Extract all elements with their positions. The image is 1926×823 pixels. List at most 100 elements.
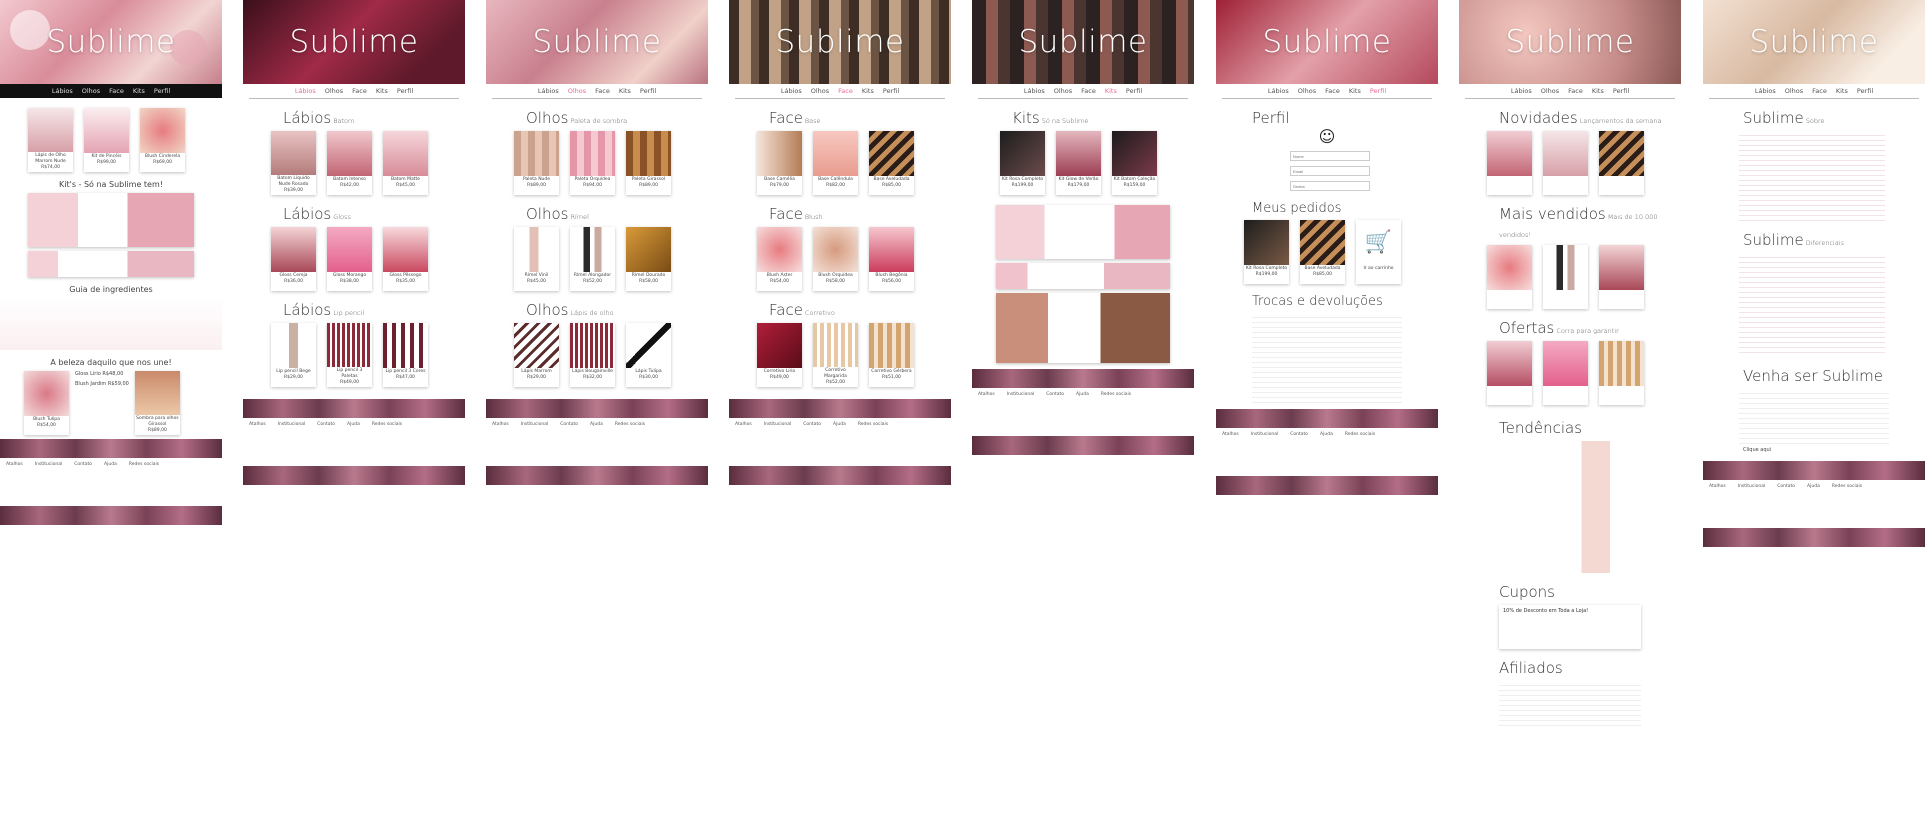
nav-olhos[interactable]: Olhos [1298, 87, 1316, 95]
footer-col[interactable]: Ajuda [1076, 392, 1089, 432]
nav-labios[interactable]: Lábios [52, 87, 73, 95]
footer-col[interactable]: Atalhos [6, 462, 23, 502]
kit-card[interactable] [28, 251, 194, 277]
nav-face[interactable]: Face [109, 87, 124, 95]
footer-col[interactable]: Contato [74, 462, 92, 502]
nav-olhos[interactable]: Olhos [325, 87, 343, 95]
footer-col[interactable]: Institucional [764, 422, 792, 462]
product-card[interactable] [1599, 131, 1644, 195]
product-card[interactable]: Kit Batom Coleção R$159,00 [1112, 131, 1157, 195]
footer-col[interactable]: Ajuda [1807, 484, 1820, 524]
footer-col[interactable]: Contato [317, 422, 335, 462]
product-card[interactable]: Blush Cinderela R$69,00 [140, 108, 185, 172]
nav-kits[interactable]: Kits [1836, 87, 1848, 95]
product-card[interactable]: Rímel Dourado R$58,00 [626, 227, 671, 291]
product-card[interactable]: Sombra para olhos Girassol R$89,00 [134, 371, 180, 435]
product-card[interactable]: Batom Intenso R$42,00 [327, 131, 372, 195]
footer-col[interactable]: Institucional [1007, 392, 1035, 432]
product-card[interactable]: Batom Líquido Nude Rosado R$39,00 [271, 131, 316, 195]
nav-labios[interactable]: Lábios [1511, 87, 1532, 95]
product-card[interactable] [1543, 131, 1588, 195]
nav-perfil[interactable]: Perfil [154, 87, 170, 95]
footer-col[interactable]: Redes sociais [1101, 392, 1131, 432]
product-card[interactable] [1599, 341, 1644, 405]
nav-perfil[interactable]: Perfil [640, 87, 656, 95]
nav-labios[interactable]: Lábios [1755, 87, 1776, 95]
kit-card[interactable] [996, 293, 1170, 363]
order-card[interactable]: Base Aveludada R$85,00 [1300, 220, 1345, 284]
nav-olhos[interactable]: Olhos [1541, 87, 1559, 95]
footer-col[interactable]: Atalhos [1709, 484, 1726, 524]
footer-col[interactable]: Contato [1290, 432, 1308, 472]
nav-perfil[interactable]: Perfil [1857, 87, 1873, 95]
product-card[interactable]: Blush Orquídea R$58,00 [813, 227, 858, 291]
nav-perfil[interactable]: Perfil [1370, 87, 1386, 95]
cart-card[interactable]: 🛒 Ir ao carrinho [1356, 220, 1401, 284]
nav-kits[interactable]: Kits [376, 87, 388, 95]
product-card[interactable]: Lápis de Olho Marrom Nude R$74,00 [28, 108, 73, 172]
nav-labios[interactable]: Lábios [295, 87, 316, 95]
product-card[interactable]: Lápis Tulipa R$30,00 [626, 323, 671, 387]
footer-col[interactable]: Ajuda [1320, 432, 1333, 472]
product-card[interactable]: Gloss Cereja R$36,00 [271, 227, 316, 291]
nav-perfil[interactable]: Perfil [883, 87, 899, 95]
product-card[interactable]: Lip pencil Bege R$29,00 [271, 323, 316, 387]
product-card[interactable]: Lip pencil 3 Cores R$47,00 [383, 323, 428, 387]
product-card[interactable]: Kit Rosa Completo R$199,00 [1000, 131, 1045, 195]
product-card[interactable]: Lápis Bougainville R$32,00 [570, 323, 615, 387]
nav-olhos[interactable]: Olhos [811, 87, 829, 95]
footer-col[interactable]: Ajuda [104, 462, 117, 502]
product-card[interactable]: Blush Begônia R$56,00 [869, 227, 914, 291]
footer-col[interactable]: Ajuda [347, 422, 360, 462]
footer-col[interactable]: Contato [1777, 484, 1795, 524]
nav-labios[interactable]: Lábios [781, 87, 802, 95]
kit-card[interactable] [996, 205, 1170, 259]
kit-card[interactable] [996, 263, 1170, 289]
order-card[interactable]: Kit Rosa Completo R$199,00 [1244, 220, 1289, 284]
product-card[interactable]: Lápis Marrom R$29,00 [514, 323, 559, 387]
footer-col[interactable]: Institucional [35, 462, 63, 502]
footer-col[interactable]: Atalhos [735, 422, 752, 462]
nav-kits[interactable]: Kits [862, 87, 874, 95]
product-card[interactable]: Corretivo Margarida R$52,00 [813, 323, 858, 387]
product-card[interactable]: Blush Tulipa R$54,00 [24, 371, 69, 435]
nav-kits[interactable]: Kits [1592, 87, 1604, 95]
nav-face[interactable]: Face [1812, 87, 1827, 95]
nav-olhos[interactable]: Olhos [1785, 87, 1803, 95]
nav-face[interactable]: Face [838, 87, 853, 95]
product-card[interactable]: Base Camélia R$79,00 [757, 131, 802, 195]
footer-col[interactable]: Redes sociais [615, 422, 645, 462]
product-name[interactable]: Gloss Lírio [75, 371, 101, 377]
product-card[interactable]: Kit Glow de Verão R$179,00 [1056, 131, 1101, 195]
product-card[interactable]: Corretivo Lírio R$49,00 [757, 323, 802, 387]
product-card[interactable]: Blush Aster R$54,00 [757, 227, 802, 291]
password-field[interactable] [1290, 181, 1370, 191]
nav-face[interactable]: Face [1081, 87, 1096, 95]
footer-col[interactable]: Institucional [1738, 484, 1766, 524]
join-link[interactable]: Clique aqui [1743, 447, 1771, 453]
nav-labios[interactable]: Lábios [1268, 87, 1289, 95]
footer-col[interactable]: Ajuda [590, 422, 603, 462]
product-card[interactable]: Base Calêndula R$82,00 [813, 131, 858, 195]
product-card[interactable] [1487, 245, 1532, 309]
nav-labios[interactable]: Lábios [1024, 87, 1045, 95]
product-card[interactable] [1543, 341, 1588, 405]
product-card[interactable]: Base Aveludada R$85,00 [869, 131, 914, 195]
nav-olhos[interactable]: Olhos [1054, 87, 1072, 95]
footer-col[interactable]: Contato [560, 422, 578, 462]
nav-kits[interactable]: Kits [1105, 87, 1117, 95]
email-field[interactable] [1290, 166, 1370, 176]
footer-col[interactable]: Redes sociais [372, 422, 402, 462]
nav-face[interactable]: Face [1325, 87, 1340, 95]
footer-col[interactable]: Institucional [1251, 432, 1279, 472]
footer-col[interactable]: Institucional [278, 422, 306, 462]
product-card[interactable]: Gloss Morango R$38,00 [327, 227, 372, 291]
nav-labios[interactable]: Lábios [538, 87, 559, 95]
nav-olhos[interactable]: Olhos [82, 87, 100, 95]
kit-card[interactable] [28, 193, 194, 247]
product-card[interactable]: Kit de Pincéis R$99,00 [84, 108, 129, 172]
footer-col[interactable]: Redes sociais [1832, 484, 1862, 524]
footer-col[interactable]: Atalhos [249, 422, 266, 462]
product-card[interactable]: Paleta Orquídea R$94,00 [570, 131, 615, 195]
nav-face[interactable]: Face [1568, 87, 1583, 95]
